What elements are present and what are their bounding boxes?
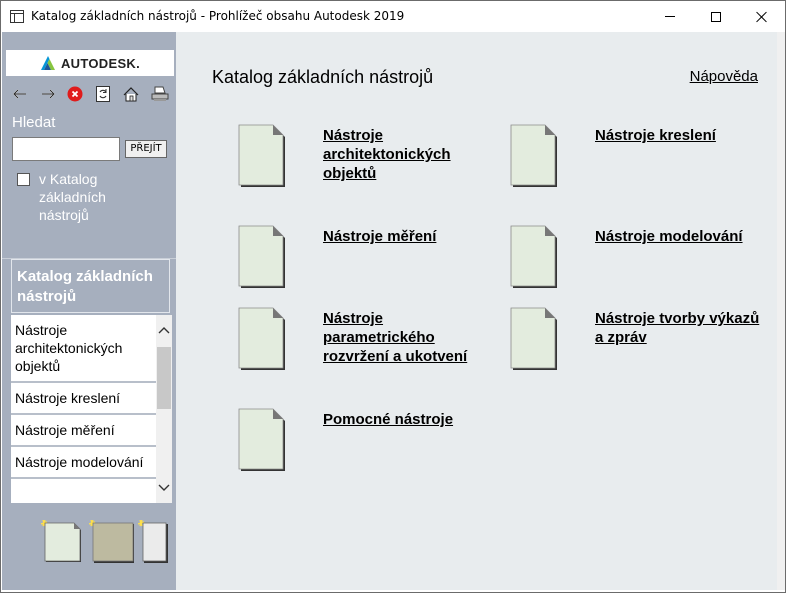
tool-link-schedules-reports[interactable]: Nástroje tvorby výkazů a zpráv <box>595 309 765 347</box>
document-icon[interactable] <box>238 408 286 472</box>
home-icon[interactable] <box>121 84 141 104</box>
autodesk-logo-mark-icon <box>40 55 56 71</box>
tool-link-drafting[interactable]: Nástroje kreslení <box>595 126 765 145</box>
close-icon <box>756 11 768 23</box>
refresh-icon[interactable] <box>93 84 113 104</box>
autodesk-logo: AUTODESK. <box>6 50 174 76</box>
help-link[interactable]: Nápověda <box>690 68 758 85</box>
scroll-up-chevron-icon[interactable] <box>156 323 172 339</box>
document-icon[interactable] <box>238 225 286 289</box>
scroll-down-chevron-icon[interactable] <box>156 479 172 495</box>
new-palette-icon[interactable] <box>88 519 135 567</box>
content-scrollbar[interactable] <box>777 32 785 590</box>
close-button[interactable] <box>739 1 785 32</box>
toc-item-architectural-tools[interactable]: Nástroje architektonických objektů <box>11 315 156 383</box>
tool-link-architectural[interactable]: Nástroje architektonických objektů <box>323 126 493 183</box>
document-icon[interactable] <box>510 225 558 289</box>
window-title: Katalog základních nástrojů - Prohlížeč … <box>31 9 405 23</box>
toc-item-modeling-tools[interactable]: Nástroje modelování <box>11 447 156 479</box>
sidebar: AUTODESK. Hledat PŘEJÍT v Katalog základ… <box>2 32 176 590</box>
tool-link-parametric-layout[interactable]: Nástroje parametrického rozvržení a ukot… <box>323 309 493 366</box>
new-catalog-document-icon[interactable] <box>40 519 83 567</box>
catalog-content-pane: Katalog základních nástrojů Nápověda Nás… <box>176 32 777 590</box>
search-input[interactable] <box>12 137 120 161</box>
toc-item-drafting-tools[interactable]: Nástroje kreslení <box>11 383 156 415</box>
minimize-icon <box>665 16 675 17</box>
search-label: Hledat <box>12 114 56 131</box>
toc-item-measuring-tools[interactable]: Nástroje měření <box>11 415 156 447</box>
minimize-button[interactable] <box>647 1 693 32</box>
document-icon[interactable] <box>510 307 558 371</box>
logo-text: AUTODESK. <box>60 55 141 71</box>
maximize-icon <box>711 11 721 22</box>
tool-link-measuring[interactable]: Nástroje měření <box>323 227 493 246</box>
title-bar: Katalog základních nástrojů - Prohlížeč … <box>1 1 785 32</box>
tool-link-modeling[interactable]: Nástroje modelování <box>595 227 765 246</box>
new-tool-icon[interactable] <box>137 519 168 567</box>
document-icon[interactable] <box>238 124 286 188</box>
app-icon <box>10 10 24 23</box>
maximize-button[interactable] <box>693 1 739 32</box>
forward-arrow-icon[interactable] <box>38 84 58 104</box>
stop-icon[interactable] <box>65 84 85 104</box>
catalog-toc-list: Nástroje architektonických objektů Nástr… <box>11 315 156 503</box>
toc-scrollbar[interactable] <box>156 315 172 503</box>
navigation-toolbar <box>2 82 176 106</box>
tool-link-helper[interactable]: Pomocné nástroje <box>323 410 493 429</box>
app-window: Katalog základních nástrojů - Prohlížeč … <box>0 0 786 593</box>
print-icon[interactable] <box>150 84 170 104</box>
search-scope-label: v Katalog základních nástrojů <box>39 171 106 223</box>
page-title: Katalog základních nástrojů <box>212 67 434 87</box>
document-icon[interactable] <box>238 307 286 371</box>
go-button[interactable]: PŘEJÍT <box>125 140 167 158</box>
search-scope-checkbox[interactable] <box>17 173 30 186</box>
back-arrow-icon[interactable] <box>10 84 30 104</box>
document-icon[interactable] <box>510 124 558 188</box>
scroll-thumb[interactable] <box>157 347 171 409</box>
catalog-header[interactable]: Katalog základních nástrojů <box>11 259 170 313</box>
